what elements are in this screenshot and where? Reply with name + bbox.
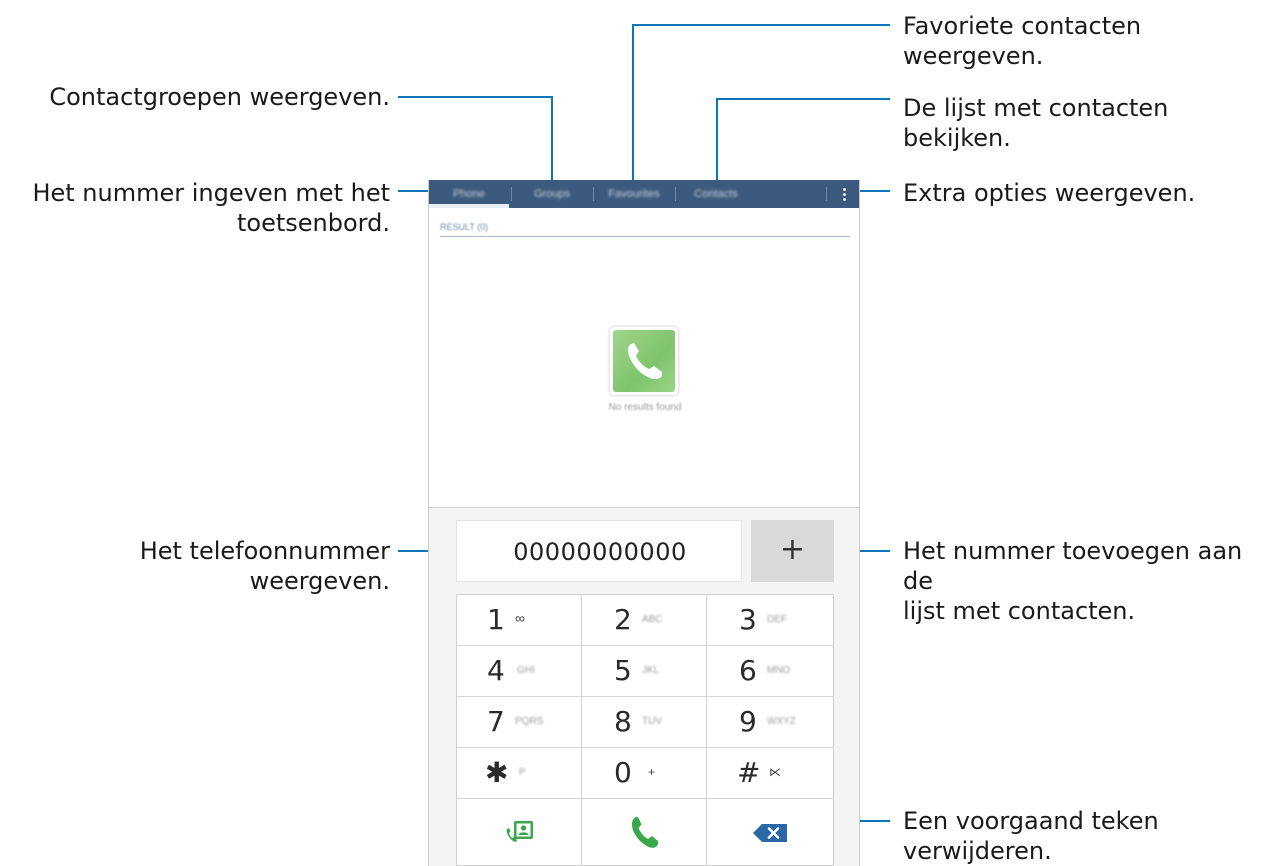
tab-bar: Phone Groups Favourites Contacts <box>429 180 859 208</box>
phone-number-text: 00000000000 <box>513 538 687 566</box>
leader-groups-h <box>398 96 552 98</box>
callout-keypad-line1: Het nummer ingeven met het <box>32 179 390 207</box>
key-letters: JKL <box>642 665 660 676</box>
results-section-label: RESULT (0) <box>440 222 489 232</box>
key-letters: + <box>648 765 656 779</box>
phone-app-icon <box>610 327 678 395</box>
callout-more-options: Extra opties weergeven. <box>903 179 1196 207</box>
callout-contacts-list: De lijst met contacten bekijken. <box>903 94 1169 152</box>
key-1[interactable]: 1 ∞ <box>457 595 582 646</box>
phone-number-display[interactable]: 00000000000 <box>456 520 742 582</box>
key-9[interactable]: 9 WXYZ <box>707 697 833 748</box>
phone-screen: Phone Groups Favourites Contacts RESULT … <box>428 180 860 866</box>
key-digit: 4 <box>487 654 505 687</box>
key-letters: DEF <box>767 614 787 625</box>
callout-add-contact: Het nummer toevoegen aan de lijst met co… <box>903 536 1273 626</box>
delete-button[interactable] <box>707 799 833 865</box>
key-digit: 3 <box>739 603 757 636</box>
backspace-icon <box>753 824 787 842</box>
key-digit: 1 <box>487 603 505 636</box>
key-letters: WXYZ <box>767 716 796 727</box>
voicemail-icon: ∞ <box>515 610 525 626</box>
add-to-contacts-button[interactable]: + <box>751 520 834 582</box>
leader-keypad <box>398 190 430 192</box>
add-contact-icon <box>506 821 533 842</box>
key-5[interactable]: 5 JKL <box>582 646 707 697</box>
key-letters: ABC <box>642 614 663 625</box>
key-digit: 2 <box>614 603 632 636</box>
key-8[interactable]: 8 TUV <box>582 697 707 748</box>
tab-contacts[interactable]: Contacts <box>677 180 755 208</box>
key-star[interactable]: ✱ P <box>457 748 582 799</box>
tab-separator <box>511 187 512 201</box>
dial-keypad: 1 ∞ 2 ABC 3 DEF 4 GHI 5 JKL 6 MNO 7 PQRS <box>456 594 834 866</box>
leader-favorites-v <box>632 24 634 192</box>
callout-delete-line2: verwijderen. <box>903 837 1052 865</box>
key-letters: P <box>519 767 526 778</box>
key-digit: 9 <box>739 705 757 738</box>
callout-keypad: Het nummer ingeven met het toetsenbord. <box>20 178 390 238</box>
callout-delete-line1: Een voorgaand teken <box>903 807 1159 835</box>
key-digit: ✱ <box>485 756 509 789</box>
callout-favorites: Favoriete contacten weergeven. <box>903 12 1142 70</box>
leader-favorites-h <box>632 24 890 26</box>
results-panel: RESULT (0) No results found <box>429 208 859 508</box>
key-letters: GHI <box>517 665 535 676</box>
key-digit: 7 <box>487 705 505 738</box>
tab-separator <box>593 187 594 201</box>
key-digit: 8 <box>614 705 632 738</box>
callout-keypad-line2: toetsenbord. <box>237 209 390 237</box>
key-digit: 0 <box>614 756 632 789</box>
call-button[interactable] <box>582 799 707 865</box>
empty-results-message: No results found <box>608 402 682 413</box>
add-contact-button[interactable] <box>457 799 582 865</box>
leader-contacts-h <box>716 98 890 100</box>
silent-mode-icon: ⋉ <box>769 765 781 779</box>
key-4[interactable]: 4 GHI <box>457 646 582 697</box>
callout-add-line1: Het nummer toevoegen aan de <box>903 537 1243 595</box>
tab-favourites[interactable]: Favourites <box>595 180 673 208</box>
key-digit: 6 <box>739 654 757 687</box>
key-letters: MNO <box>767 665 791 676</box>
tab-groups[interactable]: Groups <box>513 180 591 208</box>
call-icon <box>632 817 658 848</box>
plus-icon: + <box>779 532 806 567</box>
more-options-icon[interactable] <box>834 180 854 208</box>
key-7[interactable]: 7 PQRS <box>457 697 582 748</box>
callout-add-line2: lijst met contacten. <box>903 597 1136 625</box>
tab-separator <box>826 187 827 201</box>
key-letters: TUV <box>642 716 662 727</box>
key-0[interactable]: 0 + <box>582 748 707 799</box>
callout-groups: Contactgroepen weergeven. <box>49 83 390 111</box>
key-digit: 5 <box>614 654 632 687</box>
section-divider <box>440 236 850 237</box>
callout-show-number: Het telefoonnummer weergeven. <box>139 537 390 595</box>
key-6[interactable]: 6 MNO <box>707 646 833 697</box>
callout-delete: Een voorgaand teken verwijderen. <box>903 806 1159 866</box>
tab-separator <box>675 187 676 201</box>
key-hash[interactable]: # ⋉ <box>707 748 833 799</box>
leader-contacts-v <box>716 98 718 192</box>
key-digit: # <box>737 756 761 789</box>
key-3[interactable]: 3 DEF <box>707 595 833 646</box>
key-2[interactable]: 2 ABC <box>582 595 707 646</box>
key-letters: PQRS <box>515 716 544 727</box>
leader-groups-v <box>551 96 553 192</box>
